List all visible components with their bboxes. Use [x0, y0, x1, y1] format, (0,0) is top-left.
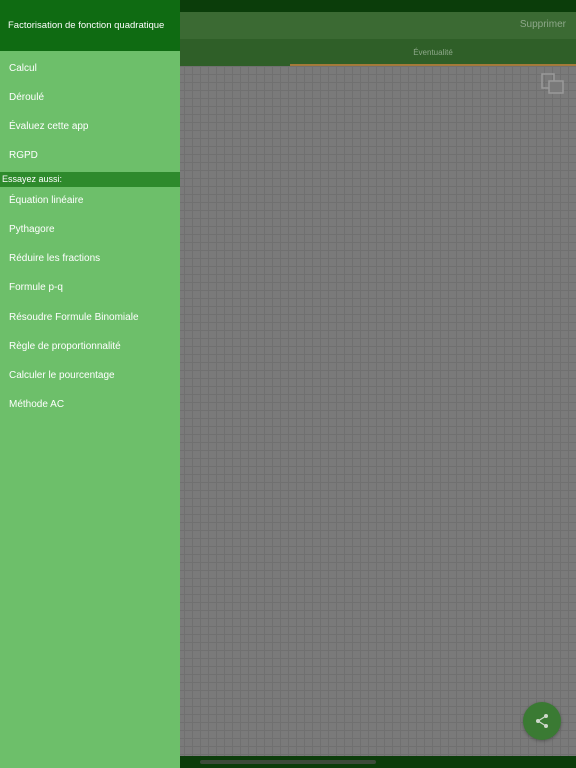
sidebar-item-rate-app[interactable]: Évaluez cette app [0, 114, 180, 143]
sidebar-item-equation-lineaire[interactable]: Équation linéaire [0, 188, 180, 217]
tab-eventualite[interactable]: Éventualité [290, 39, 576, 66]
home-indicator[interactable] [200, 760, 376, 764]
sidebar-item-pourcentage[interactable]: Calculer le pourcentage [0, 363, 180, 392]
sidebar-item-label: Calcul [9, 63, 37, 74]
copy-icon[interactable] [540, 72, 566, 96]
sidebar-item-formule-binomiale[interactable]: Résoudre Formule Binomiale [0, 305, 180, 334]
sidebar-item-label: Formule p-q [9, 282, 63, 293]
section-header-try-also: Essayez aussi: [0, 172, 180, 187]
sidebar-title: Factorisation de fonction quadratique [8, 20, 165, 31]
sidebar-item-reduire-fractions[interactable]: Réduire les fractions [0, 246, 180, 275]
section-label: Essayez aussi: [2, 174, 63, 184]
sidebar-item-calcul[interactable]: Calcul [0, 56, 180, 85]
sidebar-item-methode-ac[interactable]: Méthode AC [0, 392, 180, 421]
sidebar-item-deroule[interactable]: Déroulé [0, 85, 180, 114]
sidebar: Factorisation de fonction quadratique Ca… [0, 0, 180, 768]
sidebar-item-label: Réduire les fractions [9, 253, 101, 264]
sidebar-item-label: RGPD [9, 150, 38, 161]
sidebar-item-pythagore[interactable]: Pythagore [0, 217, 180, 246]
sidebar-header: Factorisation de fonction quadratique [0, 0, 180, 51]
sidebar-item-label: Résoudre Formule Binomiale [9, 312, 139, 323]
sidebar-item-formule-pq[interactable]: Formule p-q [0, 275, 180, 304]
share-button[interactable] [523, 702, 561, 740]
sidebar-item-label: Déroulé [9, 92, 45, 103]
sidebar-item-label: Équation linéaire [9, 195, 84, 206]
sidebar-item-label: Évaluez cette app [9, 121, 89, 132]
sidebar-item-label: Méthode AC [9, 399, 65, 410]
share-icon [536, 714, 548, 728]
sidebar-item-label: Règle de proportionnalité [9, 341, 121, 352]
sidebar-item-proportionnalite[interactable]: Règle de proportionnalité [0, 334, 180, 363]
sidebar-item-label: Pythagore [9, 224, 55, 235]
sidebar-item-label: Calculer le pourcentage [9, 370, 115, 381]
sidebar-item-rgpd[interactable]: RGPD [0, 143, 180, 172]
delete-button[interactable]: Supprimer [520, 19, 566, 30]
